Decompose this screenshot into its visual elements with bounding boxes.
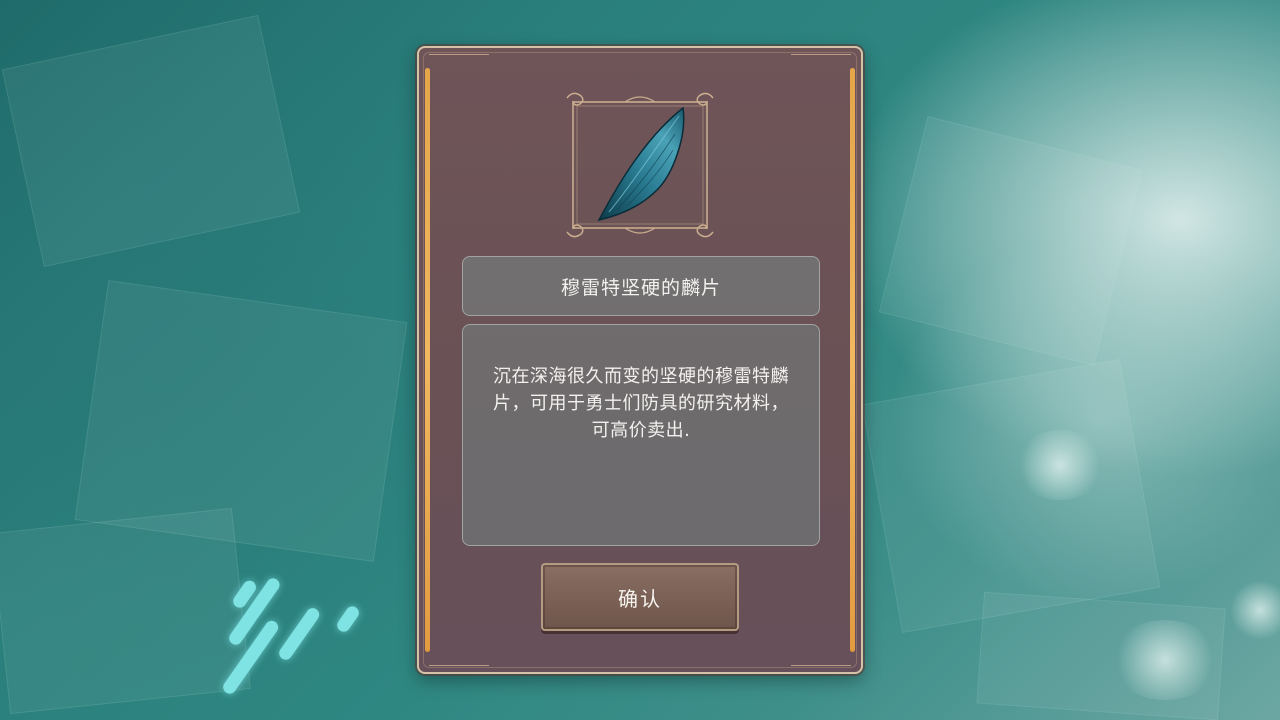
confirm-label: 确认 — [618, 586, 662, 611]
ornate-frame-icon — [566, 92, 714, 238]
dialog-side-bar-left — [425, 68, 430, 652]
background-crystal — [878, 116, 1144, 366]
item-name-panel: 穆雷特坚硬的麟片 — [462, 256, 820, 316]
background-crystal — [0, 507, 251, 715]
blue-scale-icon — [597, 106, 685, 222]
background-crystal — [861, 359, 1161, 633]
corner-ornament — [429, 651, 489, 666]
light-bubble — [1015, 430, 1105, 500]
item-description-panel: 沉在深海很久而变的坚硬的穆雷特麟 片，可用于勇士们防具的研究材料， 可高价卖出. — [462, 324, 820, 546]
item-description: 沉在深海很久而变的坚硬的穆雷特麟 片，可用于勇士们防具的研究材料， 可高价卖出. — [481, 363, 801, 444]
game-scene: 穆雷特坚硬的麟片 沉在深海很久而变的坚硬的穆雷特麟 片，可用于勇士们防具的研究材… — [0, 0, 1280, 720]
light-streak — [334, 603, 362, 635]
item-icon-frame — [565, 90, 715, 240]
confirm-button[interactable]: 确认 — [541, 563, 739, 631]
item-description-line: 沉在深海很久而变的坚硬的穆雷特麟 — [493, 366, 789, 387]
item-info-dialog: 穆雷特坚硬的麟片 沉在深海很久而变的坚硬的穆雷特麟 片，可用于勇士们防具的研究材… — [417, 46, 863, 674]
light-bubble — [1110, 620, 1220, 700]
item-name: 穆雷特坚硬的麟片 — [560, 276, 721, 299]
item-description-line: 片，可用于勇士们防具的研究材料， — [493, 393, 789, 414]
corner-ornament — [791, 651, 851, 666]
item-description-line: 可高价卖出. — [591, 420, 691, 441]
dialog-side-bar-right — [850, 68, 855, 652]
corner-ornament — [791, 54, 851, 69]
light-bubble — [1230, 580, 1280, 640]
corner-ornament — [429, 54, 489, 69]
light-streak — [276, 605, 322, 663]
background-crystal — [1, 14, 301, 268]
